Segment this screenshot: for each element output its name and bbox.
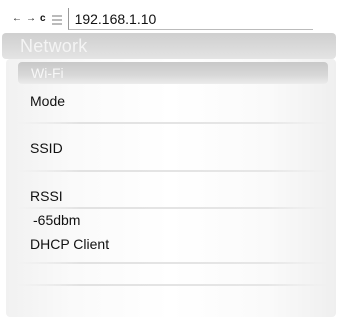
- mode-label: Mode: [30, 93, 66, 109]
- reload-icon[interactable]: c: [40, 14, 46, 24]
- forward-arrow-icon[interactable]: →: [26, 14, 36, 24]
- address-bar-row: ← → c 192.168.1.10: [0, 6, 339, 32]
- wifi-section-header[interactable]: Wi-Fi: [18, 62, 328, 84]
- divider: [18, 284, 330, 286]
- back-arrow-icon[interactable]: ←: [12, 14, 22, 24]
- url-text: 192.168.1.10: [74, 10, 157, 27]
- divider: [18, 170, 330, 172]
- page-title: Network: [20, 35, 88, 56]
- divider: [18, 122, 330, 124]
- url-field[interactable]: 192.168.1.10: [67, 8, 313, 30]
- wifi-section-title: Wi-Fi: [31, 65, 64, 81]
- divider: [18, 207, 330, 209]
- divider: [18, 262, 330, 264]
- page-header: Network: [2, 33, 336, 59]
- ssid-label: SSID: [30, 140, 63, 156]
- rssi-label: RSSI: [30, 188, 63, 204]
- dhcp-client-label: DHCP Client: [30, 236, 110, 252]
- browser-window: ← → c 192.168.1.10 Network Wi-Fi Mode SS…: [0, 0, 339, 320]
- menu-icon[interactable]: [51, 14, 62, 25]
- rssi-value: -65dbm: [33, 212, 81, 228]
